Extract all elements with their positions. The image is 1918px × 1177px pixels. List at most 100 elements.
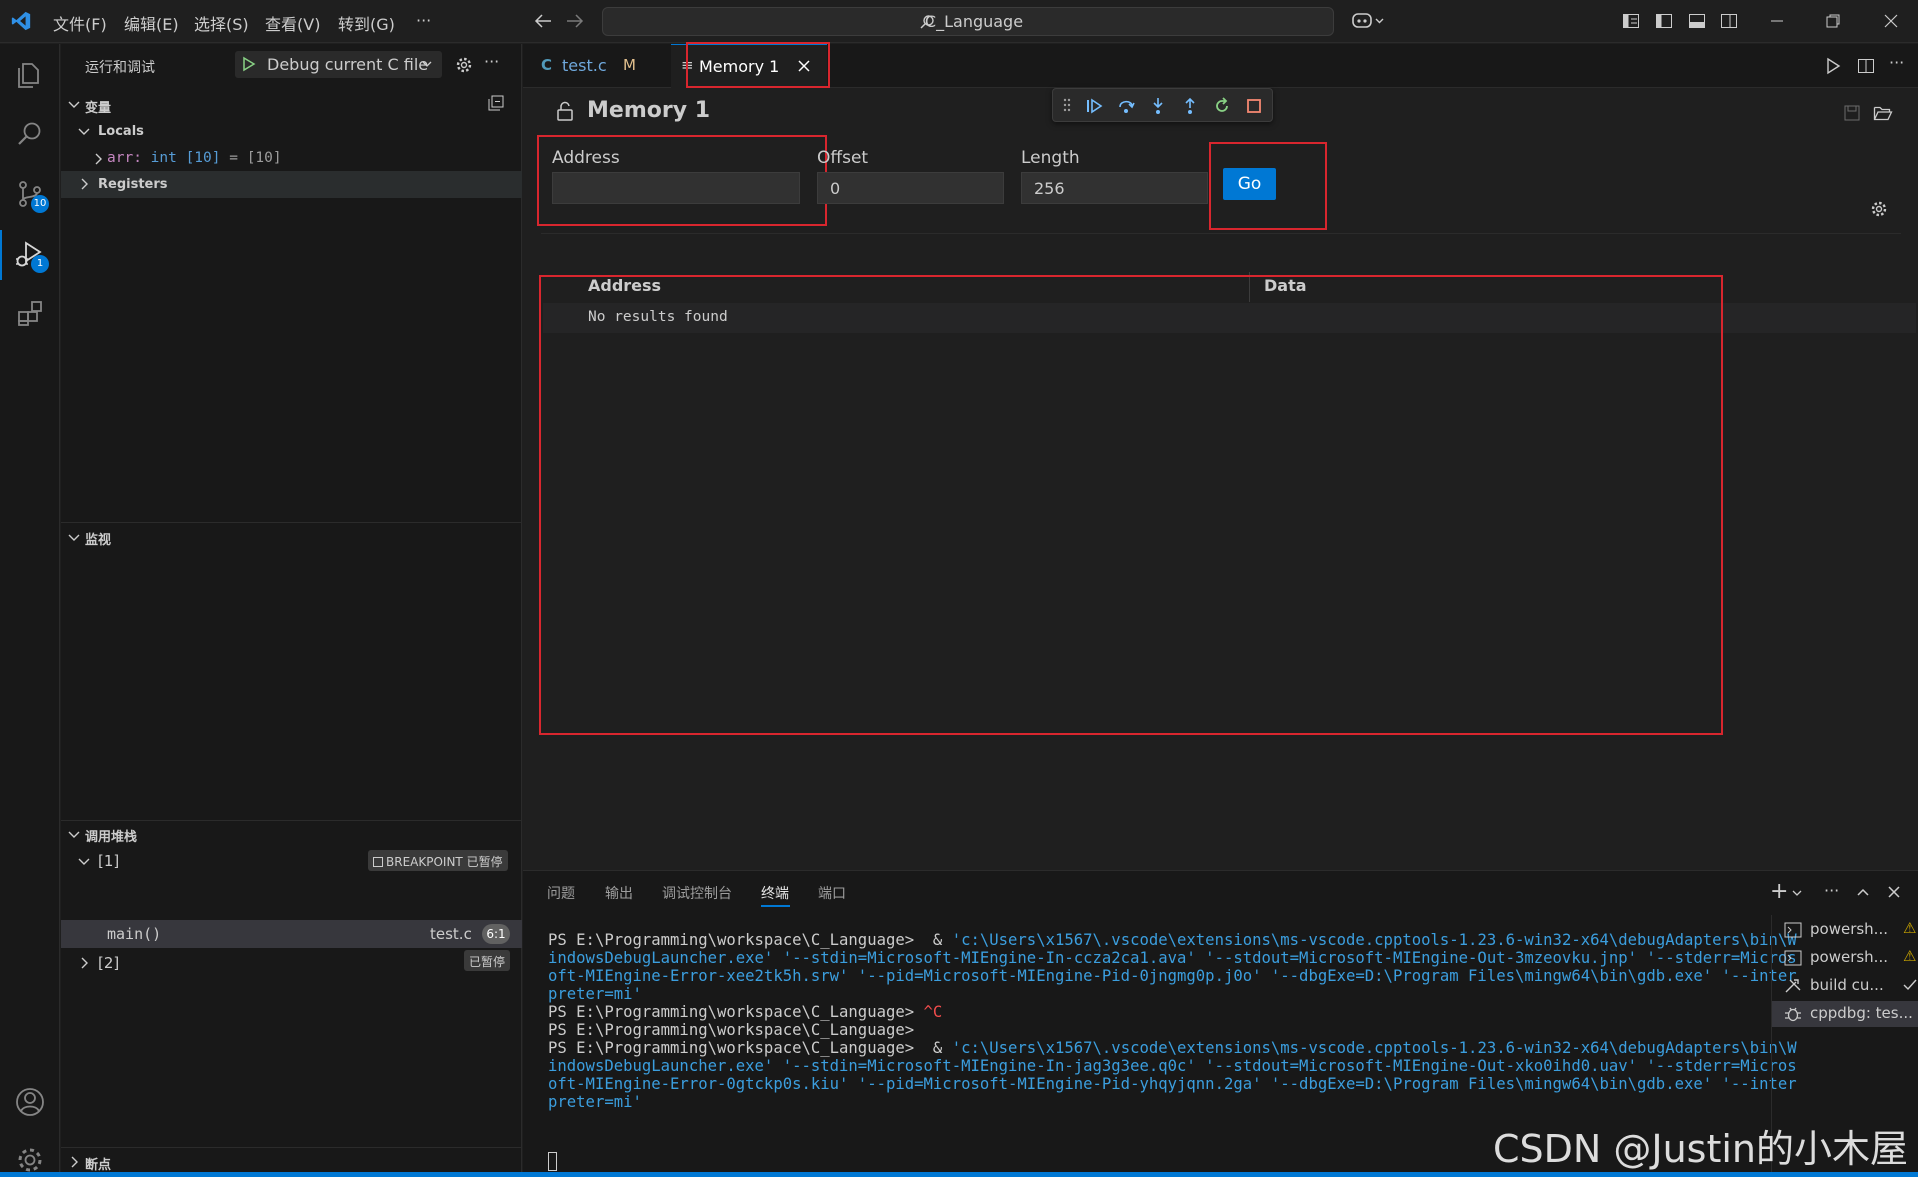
panel-tab-terminal[interactable]: 终端 [761,883,789,903]
run-icon[interactable] [1824,57,1842,75]
menu-selection[interactable]: 选择(S) [194,11,249,35]
terminal-line: indowsDebugLauncher.exe' '--stdin=Micros… [548,949,1797,967]
highlight-box-address [537,135,827,226]
tab-test-c[interactable]: C test.c M [523,44,669,87]
debug-config-label: Debug current C file [267,55,429,74]
callstack-header[interactable]: 调用堆栈 [85,826,137,845]
command-center-search[interactable]: C_Language [602,7,1334,36]
accounts-icon[interactable] [12,1084,48,1120]
panel-tab-ports[interactable]: 端口 [818,883,846,903]
scm-badge: 10 [31,195,49,213]
terminal-label: powersh... [1810,920,1888,938]
thread1-status-badge: BREAKPOINT 已暂停 [368,850,508,871]
terminal-line: preter=mi' [548,985,642,1003]
terminal-prompt: PS E:\Programming\workspace\C_Language> … [548,1039,952,1057]
debug-badge: 1 [31,255,49,273]
debug-config-dropdown[interactable]: Debug current C file [235,51,442,78]
save-memory-icon[interactable] [1843,104,1861,122]
thread1-chevron-icon[interactable] [77,855,91,869]
panel-tab-output[interactable]: 输出 [605,883,633,903]
thread2-label[interactable]: [2] [98,954,119,972]
debug-settings-gear-icon[interactable] [454,55,474,75]
close-window-icon[interactable] [1882,12,1900,30]
source-control-icon[interactable]: 10 [12,176,49,213]
forward-arrow-icon[interactable] [565,12,585,30]
stack-frame-main[interactable]: main() test.c 6:1 [61,920,522,948]
customize-layout-icon[interactable] [1622,12,1640,30]
open-folder-icon[interactable] [1873,104,1893,122]
terminal-dropdown-chevron-icon[interactable] [1791,887,1803,899]
stop-icon[interactable] [1245,97,1263,115]
variable-arr[interactable]: arr: int [10] = [10] [107,150,282,166]
thread2-status-badge: 已暂停 [464,950,511,971]
locals-chevron-icon[interactable] [77,125,91,139]
menu-go[interactable]: 转到(G) [338,11,395,35]
thread1-label[interactable]: [1] [98,852,119,870]
locals-scope[interactable]: Locals [98,124,144,139]
minimize-icon[interactable] [1768,12,1786,30]
start-debug-icon[interactable] [241,56,257,72]
menu-more[interactable]: ··· [416,11,431,30]
breakpoints-chevron-icon[interactable] [67,1155,81,1169]
panel-tab-debug-console[interactable]: 调试控制台 [662,883,732,903]
registers-row[interactable]: Registers [61,171,522,198]
menu-file[interactable]: 文件(F) [53,11,107,35]
copilot-icon[interactable] [1350,10,1386,32]
panel-tab-problems[interactable]: 问题 [547,883,575,903]
explorer-icon[interactable] [12,56,48,92]
continue-icon[interactable] [1085,97,1103,115]
check-icon [1903,978,1917,992]
watch-header[interactable]: 监视 [85,529,111,548]
breakpoints-header[interactable]: 断点 [85,1154,111,1173]
terminal-cursor [548,1152,557,1171]
collapse-all-icon[interactable] [487,94,505,112]
highlight-box-go [1209,142,1327,230]
memory-settings-gear-icon[interactable] [1869,199,1889,219]
run-debug-icon[interactable]: 1 [12,236,49,273]
back-arrow-icon[interactable] [533,12,553,30]
variables-chevron-icon[interactable] [67,98,81,112]
terminal-command: 'c:\Users\x1567\.vscode\extensions\ms-vs… [951,931,1797,949]
maximize-panel-icon[interactable] [1856,885,1870,899]
terminal-item[interactable]: build cu... [1772,973,1918,999]
arr-chevron-icon[interactable] [91,152,105,166]
c-file-icon: C [541,56,553,74]
restore-icon[interactable] [1824,12,1842,30]
step-out-icon[interactable] [1181,97,1199,115]
thread2-chevron-icon[interactable] [77,956,91,970]
split-editor-icon[interactable] [1857,57,1875,75]
new-terminal-icon[interactable]: + [1770,879,1788,904]
callstack-chevron-icon[interactable] [67,828,81,842]
step-into-icon[interactable] [1149,97,1167,115]
terminal-interrupt: ^C [923,1003,943,1021]
extensions-icon[interactable] [12,296,48,332]
panel-more-icon[interactable]: ··· [1824,881,1839,900]
activity-bar: 10 1 [0,44,60,1177]
terminal-item[interactable]: powersh... ⚠ [1772,917,1918,943]
terminal-item[interactable]: powersh... ⚠ [1772,945,1918,971]
warning-icon: ⚠ [1903,947,1917,965]
variable-value: [10] [246,150,282,166]
terminal-item-active[interactable]: cppdbg: tes... [1772,1001,1918,1027]
unlock-icon[interactable] [556,101,574,121]
watch-chevron-icon[interactable] [67,531,81,545]
toggle-primary-sidebar-icon[interactable] [1655,12,1673,30]
drag-handle-icon[interactable] [1063,98,1071,112]
search-view-icon[interactable] [12,116,48,152]
length-input[interactable]: 256 [1021,172,1208,204]
terminal-line: oft-MIEngine-Error-0gtckp0s.kiu' '--pid=… [548,1075,1797,1093]
close-panel-icon[interactable] [1887,885,1901,899]
terminal-prompt: PS E:\Programming\workspace\C_Language> [548,1003,924,1021]
variables-header[interactable]: 变量 [85,97,111,116]
sidebar-more-icon[interactable]: ··· [484,52,499,71]
toggle-secondary-sidebar-icon[interactable] [1720,12,1738,30]
offset-input[interactable]: 0 [817,172,1004,204]
toggle-panel-icon[interactable] [1688,12,1706,30]
terminal-label: powersh... [1810,948,1888,966]
editor-more-icon[interactable]: ··· [1889,53,1904,72]
menu-edit[interactable]: 编辑(E) [124,11,179,35]
terminal-line: preter=mi' [548,1093,642,1111]
restart-icon[interactable] [1213,97,1231,115]
menu-view[interactable]: 查看(V) [265,11,320,35]
step-over-icon[interactable] [1117,97,1135,115]
